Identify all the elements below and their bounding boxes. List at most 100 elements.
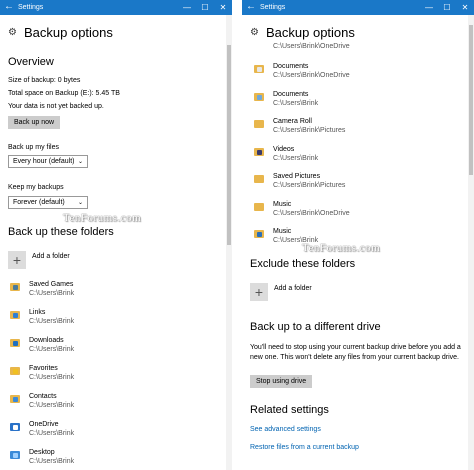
add-folder-label: Add a folder: [32, 252, 70, 260]
keep-backups-dropdown[interactable]: Forever (default) ⌄: [8, 196, 88, 209]
partial-folder-path: C:\Users\Brink\OneDrive: [273, 43, 350, 50]
folder-path: C:\Users\Brink: [29, 430, 75, 437]
contacts-folder-icon: [10, 394, 20, 403]
backup-status-text: Your data is not yet backed up.: [8, 103, 104, 110]
saved-pictures-folder-icon: [254, 174, 264, 183]
folder-list-item[interactable]: Downloads C:\Users\Brink: [10, 336, 210, 364]
folder-path: C:\Users\Brink\Pictures: [273, 127, 346, 134]
folder-path: C:\Users\Brink: [29, 374, 75, 381]
saved-games-folder-icon: [10, 282, 20, 291]
downloads-folder-icon: [10, 338, 20, 347]
plus-icon: +: [8, 251, 26, 269]
videos-folder-icon: [254, 147, 264, 156]
minimize-button[interactable]: —: [178, 0, 196, 15]
camera-roll-folder-icon: [254, 119, 264, 128]
folder-path: C:\Users\Brink: [29, 346, 75, 353]
chevron-down-icon: ⌄: [77, 200, 83, 206]
folder-name: Contacts: [29, 393, 57, 400]
folder-path: C:\Users\Brink\Pictures: [273, 182, 346, 189]
window-gap: [232, 0, 242, 470]
folder-name: Saved Pictures: [273, 173, 321, 180]
chevron-down-icon: ⌄: [77, 159, 83, 165]
onedrive-folder-icon: [10, 422, 20, 431]
back-arrow-icon[interactable]: ←: [245, 1, 257, 13]
folder-list-item[interactable]: Music C:\Users\Brink\OneDrive: [254, 200, 454, 228]
title-bar: ← Settings — ☐ ✕: [0, 0, 232, 15]
settings-content: ⚙ Backup options C:\Users\Brink\OneDrive…: [242, 15, 466, 470]
maximize-button[interactable]: ☐: [196, 0, 214, 15]
different-drive-heading: Back up to a different drive: [250, 321, 381, 333]
back-up-now-button[interactable]: Back up now: [8, 116, 61, 129]
links-folder-icon: [10, 310, 20, 319]
watermark: TenForums.com: [302, 242, 381, 254]
folder-list-item[interactable]: Links C:\Users\Brink: [10, 308, 210, 336]
maximize-button[interactable]: ☐: [438, 0, 456, 15]
folder-list-item[interactable]: Documents C:\Users\Brink\OneDrive: [254, 62, 454, 90]
back-arrow-icon[interactable]: ←: [3, 1, 15, 13]
see-advanced-settings-link[interactable]: See advanced settings: [250, 426, 321, 433]
folder-name: Videos: [273, 145, 295, 153]
folder-path: C:\Users\Brink: [29, 290, 75, 297]
folder-list-item[interactable]: Desktop C:\Users\Brink: [10, 448, 210, 470]
folder-list-item[interactable]: Favorites C:\Users\Brink: [10, 364, 210, 392]
folder-list-item[interactable]: Saved Games C:\Users\Brink: [10, 280, 210, 308]
keep-backups-value: Forever (default): [13, 199, 65, 206]
backup-frequency-dropdown[interactable]: Every hour (default) ⌄: [8, 155, 88, 168]
exclude-add-folder-button[interactable]: + Add a folder: [250, 283, 312, 301]
music-folder-icon: [254, 202, 264, 211]
folder-name: Links: [29, 309, 46, 316]
documents-folder-icon: [254, 92, 264, 101]
folder-name: Music: [273, 200, 292, 208]
page-header: ⚙ Backup options: [8, 25, 113, 40]
folder-path: C:\Users\Brink\OneDrive: [273, 209, 350, 217]
folder-name: Downloads: [29, 337, 64, 344]
page-title: Backup options: [24, 25, 113, 40]
total-space-text: Total space on Backup (E:): 5.45 TB: [8, 90, 120, 97]
folder-name: Documents: [273, 90, 309, 98]
folder-list-item[interactable]: Camera Roll C:\Users\Brink\Pictures: [254, 117, 454, 145]
music-folder-icon: [254, 229, 264, 238]
close-button[interactable]: ✕: [456, 0, 474, 15]
folder-name: Music: [273, 228, 292, 235]
add-folder-button[interactable]: + Add a folder: [8, 251, 70, 269]
folder-name: OneDrive: [29, 421, 59, 428]
desktop-folder-icon: [10, 450, 20, 459]
backup-frequency-value: Every hour (default): [13, 158, 75, 165]
watermark: TenForums.com: [63, 212, 142, 224]
folder-name: Saved Games: [29, 281, 74, 288]
settings-window-right: ← Settings — ☐ ✕ ⚙ Backup options C:\Use…: [242, 0, 474, 470]
minimize-button[interactable]: —: [420, 0, 438, 15]
folder-list-item[interactable]: OneDrive C:\Users\Brink: [10, 420, 210, 448]
close-button[interactable]: ✕: [214, 0, 232, 15]
exclude-heading: Exclude these folders: [250, 258, 356, 270]
page-title: Backup options: [266, 25, 355, 40]
documents-folder-icon: [254, 64, 264, 73]
restore-files-link[interactable]: Restore files from a current backup: [250, 444, 359, 451]
folder-list-item[interactable]: Documents C:\Users\Brink: [254, 90, 454, 118]
backup-folder-list-continued: Documents C:\Users\Brink\OneDrive Documen…: [254, 62, 454, 255]
scrollbar-thumb[interactable]: [469, 25, 473, 175]
folder-name: Favorites: [29, 365, 58, 372]
folder-name: Desktop: [29, 449, 55, 456]
scrollbar[interactable]: [468, 15, 474, 470]
add-folder-label: Add a folder: [274, 284, 312, 292]
settings-content: ⚙ Backup options Overview Size of backup…: [0, 15, 224, 470]
folder-path: C:\Users\Brink: [29, 318, 75, 325]
overview-heading: Overview: [8, 56, 54, 68]
folder-path: C:\Users\Brink: [29, 402, 75, 409]
different-drive-description: You'll need to stop using your current b…: [250, 344, 461, 361]
related-settings-heading: Related settings: [250, 404, 329, 416]
folder-path: C:\Users\Brink: [273, 99, 319, 107]
favorites-folder-icon: [10, 366, 20, 375]
folder-list-item[interactable]: Videos C:\Users\Brink: [254, 145, 454, 173]
stop-using-drive-button[interactable]: Stop using drive: [250, 375, 313, 388]
scrollbar-thumb[interactable]: [227, 45, 231, 245]
folder-list-item[interactable]: Contacts C:\Users\Brink: [10, 392, 210, 420]
page-header: ⚙ Backup options: [250, 25, 355, 40]
backup-size-text: Size of backup: 0 bytes: [8, 77, 81, 84]
gear-icon: ⚙: [8, 27, 17, 38]
folder-name: Documents: [273, 63, 309, 70]
folder-list-item[interactable]: Saved Pictures C:\Users\Brink\Pictures: [254, 172, 454, 200]
backup-folders-heading: Back up these folders: [8, 226, 114, 238]
keep-backups-label: Keep my backups: [8, 184, 64, 191]
